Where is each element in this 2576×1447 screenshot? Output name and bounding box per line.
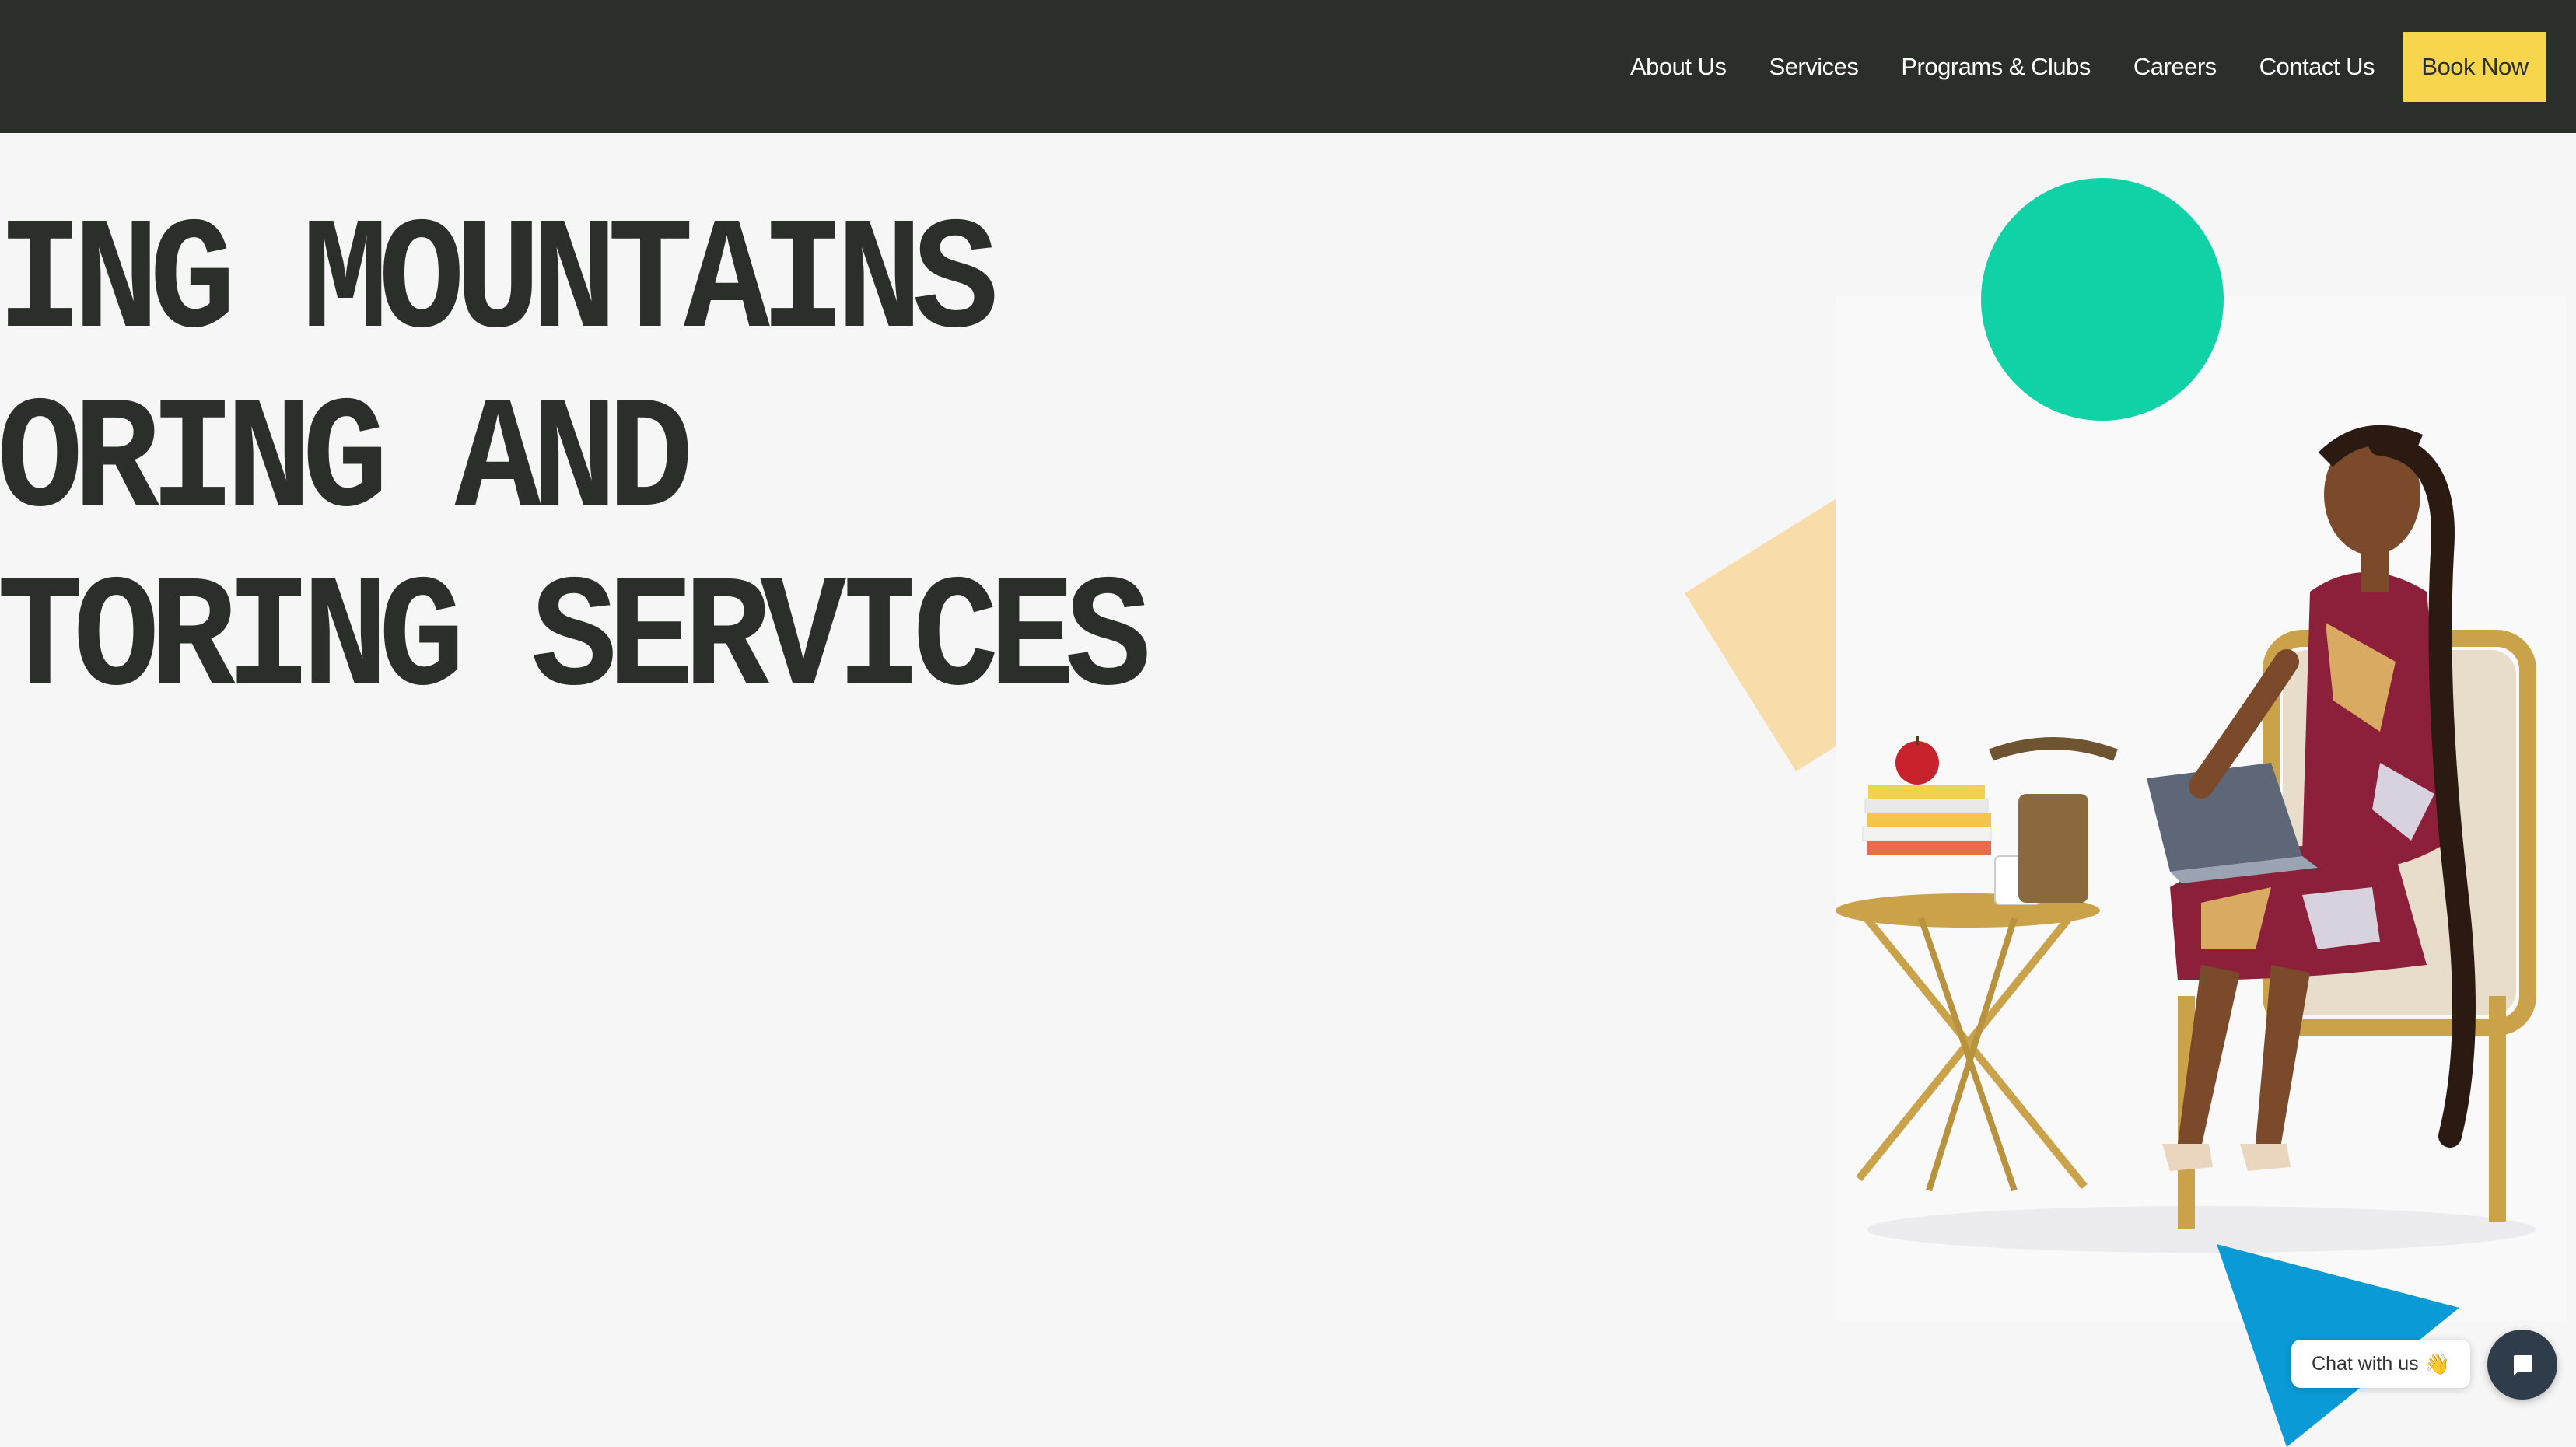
nav-about-us[interactable]: About Us	[1630, 53, 1727, 81]
nav-contact-us[interactable]: Contact Us	[2259, 53, 2375, 81]
hero-headline: ING MOUNTAINS ORING AND TORING SERVICES	[0, 193, 1151, 732]
hero-photo	[1836, 296, 2567, 1321]
main-nav: About Us Services Programs & Clubs Caree…	[1630, 0, 2546, 133]
chat-bubble-icon	[2514, 1355, 2532, 1375]
hero-line-3: TORING SERVICES	[0, 550, 1151, 732]
book-now-button[interactable]: Book Now	[2403, 31, 2546, 102]
hero-line-2: ORING AND	[0, 372, 694, 553]
waving-hand-icon: 👋	[2424, 1351, 2450, 1375]
chat-label: Chat with us	[2312, 1352, 2419, 1375]
site-header: About Us Services Programs & Clubs Caree…	[0, 0, 2576, 133]
chat-launcher-button[interactable]	[2487, 1330, 2557, 1400]
decorative-circle	[1981, 178, 2224, 421]
nav-careers[interactable]: Careers	[2133, 53, 2217, 81]
hero-line-1: ING MOUNTAINS	[0, 193, 999, 374]
chat-with-us-bubble[interactable]: Chat with us 👋	[2291, 1340, 2470, 1388]
nav-services[interactable]: Services	[1769, 53, 1858, 81]
nav-programs-clubs[interactable]: Programs & Clubs	[1901, 53, 2091, 81]
hero-photo-illustration	[1836, 425, 2536, 1253]
